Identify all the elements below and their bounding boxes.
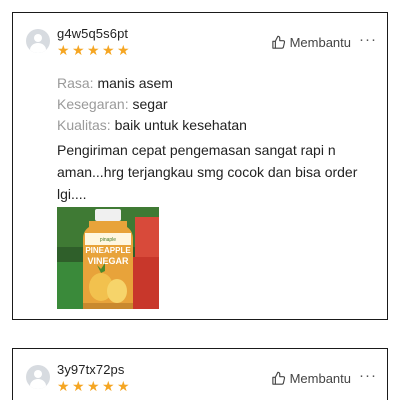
helpful-button[interactable]: Membantu [271, 35, 351, 50]
attribute-label: Kesegaran: [57, 96, 129, 112]
more-options-icon[interactable]: ··· [359, 32, 377, 47]
star-icon: ★ [87, 42, 101, 58]
attribute-quality: Kualitas: baik untuk kesehatan [57, 115, 247, 136]
review-attributes: Rasa: manis asem Kesegaran: segar Kualit… [57, 73, 247, 136]
helpful-label: Membantu [289, 371, 351, 386]
attribute-label: Rasa: [57, 75, 94, 91]
star-icon: ★ [72, 42, 86, 58]
attribute-freshness: Kesegaran: segar [57, 94, 247, 115]
star-icon: ★ [87, 378, 101, 394]
star-icon: ★ [72, 378, 86, 394]
star-icon: ★ [57, 42, 71, 58]
star-icon: ★ [117, 378, 131, 394]
more-options-icon[interactable]: ··· [359, 368, 377, 383]
star-icon: ★ [102, 378, 116, 394]
reviewer-username[interactable]: 3y97tx72ps [57, 362, 125, 377]
star-rating: ★ ★ ★ ★ ★ [57, 379, 132, 393]
avatar-icon[interactable] [26, 365, 50, 389]
bottle-label-line1: PINEAPPLE [85, 246, 131, 255]
attribute-label: Kualitas: [57, 117, 111, 133]
attribute-value: manis asem [97, 75, 173, 91]
review-card: 3y97tx72ps ★ ★ ★ ★ ★ Membantu ··· [12, 348, 388, 400]
helpful-button[interactable]: Membantu [271, 371, 351, 386]
star-icon: ★ [117, 42, 131, 58]
star-icon: ★ [57, 378, 71, 394]
svg-text:pinaple: pinaple [100, 237, 116, 243]
attribute-taste: Rasa: manis asem [57, 73, 247, 94]
attribute-value: segar [132, 96, 168, 112]
star-icon: ★ [102, 42, 116, 58]
bottle-label-line2: VINEGAR [87, 256, 129, 266]
helpful-label: Membantu [289, 35, 351, 50]
attribute-value: baik untuk kesehatan [114, 117, 247, 133]
review-photo[interactable]: pinaple PINEAPPLE VINEGAR [57, 207, 159, 309]
thumbs-up-icon [271, 35, 285, 49]
review-text: Pengiriman cepat pengemasan sangat rapi … [57, 142, 358, 202]
star-rating: ★ ★ ★ ★ ★ [57, 43, 132, 57]
review-card: g4w5q5s6pt ★ ★ ★ ★ ★ Membantu ··· Rasa: mani… [12, 12, 388, 320]
avatar-icon[interactable] [26, 29, 50, 53]
thumbs-up-icon [271, 371, 285, 385]
reviewer-username[interactable]: g4w5q5s6pt [57, 26, 128, 41]
